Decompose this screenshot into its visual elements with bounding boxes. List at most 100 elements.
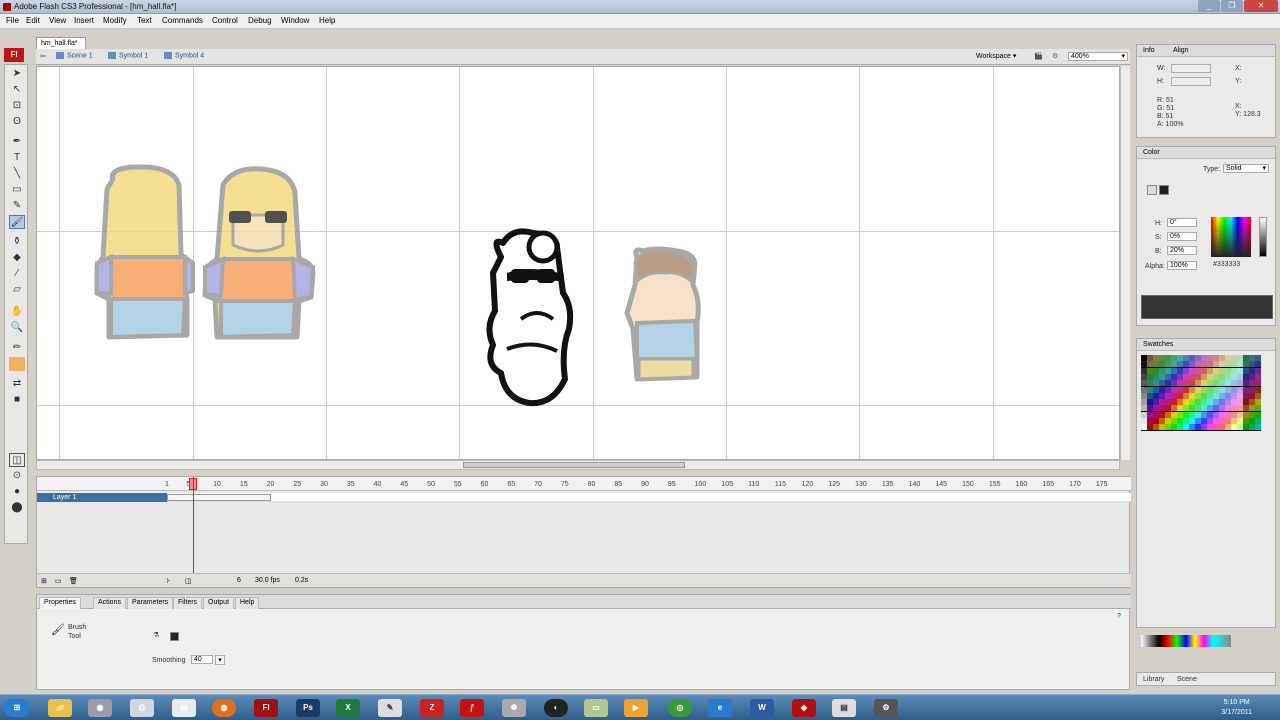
document-tab[interactable]: hm_hall.fla* bbox=[36, 37, 86, 49]
swap-colors-icon[interactable]: ⇄ bbox=[9, 377, 25, 391]
swatch[interactable] bbox=[1255, 355, 1261, 361]
brush-tool-icon[interactable]: 🖌 bbox=[9, 215, 25, 229]
minimize-button[interactable]: _ bbox=[1198, 0, 1220, 12]
flash-taskbar-icon[interactable]: Fl bbox=[254, 699, 278, 717]
filezilla-icon[interactable]: Z bbox=[420, 699, 444, 717]
start-button[interactable]: ⊞ bbox=[4, 699, 30, 717]
app-icon[interactable]: ☸ bbox=[502, 699, 526, 717]
eyedropper-icon[interactable]: ⁄ bbox=[9, 267, 25, 281]
breadcrumb-symbol-1[interactable]: Symbol 1 bbox=[108, 52, 148, 59]
swatch[interactable] bbox=[1255, 418, 1261, 424]
menu-control[interactable]: Control bbox=[212, 16, 238, 25]
stage-vertical-scrollbar[interactable] bbox=[1120, 66, 1130, 460]
tab-properties[interactable]: Properties bbox=[39, 597, 81, 609]
breadcrumb-symbol-4[interactable]: Symbol 4 bbox=[164, 52, 204, 59]
tab-color[interactable]: Color bbox=[1143, 149, 1160, 156]
smoothing-dropdown-icon[interactable]: ▾ bbox=[215, 655, 225, 665]
app-icon[interactable]: ◐ bbox=[544, 699, 568, 717]
edit-symbols-icon[interactable]: ⚙ bbox=[1052, 52, 1058, 60]
help-icon[interactable]: ? bbox=[1117, 613, 1121, 620]
object-drawing-icon[interactable]: ◫ bbox=[9, 453, 25, 467]
tab-help[interactable]: Help bbox=[235, 597, 260, 609]
ink-bottle-icon[interactable]: ⚱ bbox=[9, 235, 25, 249]
selection-tool-icon[interactable]: ➤ bbox=[9, 67, 25, 81]
pen-tool-icon[interactable]: ✒ bbox=[9, 135, 25, 149]
hex-value[interactable]: #333333 bbox=[1213, 261, 1240, 268]
onion-skin-icon[interactable]: ◫ bbox=[185, 577, 192, 585]
stroke-color-icon[interactable]: ✏ bbox=[9, 341, 25, 355]
text-tool-icon[interactable]: T bbox=[9, 151, 25, 165]
color-spectrum[interactable] bbox=[1211, 217, 1251, 257]
gradient-swatches[interactable] bbox=[1141, 635, 1231, 647]
fill-color-swatch[interactable] bbox=[1159, 185, 1169, 195]
line-tool-icon[interactable]: ╲ bbox=[9, 167, 25, 181]
excel-icon[interactable]: X bbox=[336, 699, 360, 717]
stage[interactable] bbox=[36, 66, 1120, 460]
menu-help[interactable]: Help bbox=[319, 16, 335, 25]
tab-parameters[interactable]: Parameters bbox=[127, 597, 174, 609]
menu-modify[interactable]: Modify bbox=[103, 16, 127, 25]
edit-scene-icon[interactable]: 🎬 bbox=[1034, 52, 1043, 60]
explorer-icon[interactable]: 📁 bbox=[48, 699, 72, 717]
menu-commands[interactable]: Commands bbox=[162, 16, 203, 25]
app-icon[interactable]: ◈ bbox=[792, 699, 816, 717]
sat-field[interactable]: 0% bbox=[1167, 232, 1197, 241]
app-icon[interactable]: ⚙ bbox=[874, 699, 898, 717]
layer-name[interactable]: Layer 1 bbox=[37, 493, 167, 502]
tab-filters[interactable]: Filters bbox=[173, 597, 203, 609]
tab-swatches[interactable]: Swatches bbox=[1143, 341, 1173, 348]
swatch[interactable] bbox=[1255, 361, 1261, 368]
fill-color-icon[interactable] bbox=[9, 357, 25, 371]
stage-horizontal-scrollbar[interactable] bbox=[36, 460, 1120, 470]
swatch[interactable] bbox=[1255, 367, 1261, 374]
delete-layer-icon[interactable]: 🗑 bbox=[69, 577, 78, 585]
tab-align[interactable]: Align bbox=[1173, 47, 1189, 54]
alpha-field[interactable]: 100% bbox=[1167, 261, 1197, 270]
brightness-slider[interactable] bbox=[1259, 217, 1267, 257]
chrome-icon[interactable]: ◎ bbox=[668, 699, 692, 717]
swatch[interactable] bbox=[1255, 386, 1261, 393]
type-select[interactable]: Solid ▾ bbox=[1223, 164, 1269, 173]
add-folder-icon[interactable]: ▭ bbox=[55, 577, 62, 585]
swatch[interactable] bbox=[1255, 424, 1261, 431]
photoshop-icon[interactable]: Ps bbox=[296, 699, 320, 717]
workspace-menu[interactable]: Workspace ▾ bbox=[976, 52, 1016, 60]
add-layer-icon[interactable]: ⊞ bbox=[41, 577, 47, 585]
swatch[interactable] bbox=[1255, 405, 1261, 412]
menu-edit[interactable]: Edit bbox=[26, 16, 40, 25]
menu-window[interactable]: Window bbox=[281, 16, 309, 25]
tab-actions[interactable]: Actions bbox=[93, 597, 126, 609]
swatch[interactable] bbox=[1255, 373, 1261, 380]
fill-swatch[interactable] bbox=[170, 632, 179, 641]
frame-ruler[interactable]: 1510152025303540455055606570758085909510… bbox=[37, 477, 1131, 491]
app-icon[interactable]: ⎙ bbox=[130, 699, 154, 717]
hand-tool-icon[interactable]: ✋ bbox=[9, 305, 25, 319]
hue-field[interactable]: 0° bbox=[1167, 218, 1197, 227]
menu-debug[interactable]: Debug bbox=[248, 16, 272, 25]
free-transform-icon[interactable]: ⊡ bbox=[9, 99, 25, 113]
lasso-icon[interactable]: ʘ bbox=[9, 115, 25, 129]
swatch-grid[interactable] bbox=[1141, 355, 1261, 431]
swatch[interactable] bbox=[1255, 380, 1261, 387]
word-icon[interactable]: W bbox=[750, 699, 774, 717]
smoothing-input[interactable]: 40 bbox=[191, 655, 213, 664]
menu-text[interactable]: Text bbox=[137, 16, 152, 25]
brush-mode-icon[interactable]: ⊙ bbox=[9, 469, 25, 483]
ie-icon[interactable]: e bbox=[708, 699, 732, 717]
menu-view[interactable]: View bbox=[49, 16, 66, 25]
stroke-color-swatch[interactable] bbox=[1147, 185, 1157, 195]
zoom-select[interactable]: 400% ▾ bbox=[1068, 52, 1128, 61]
notepad-icon[interactable]: ✎ bbox=[378, 699, 402, 717]
clock[interactable]: 5:10 PM 3/17/2011 bbox=[1221, 698, 1252, 718]
tab-library[interactable]: Library bbox=[1143, 676, 1164, 683]
brush-size-icon[interactable]: ● bbox=[9, 485, 25, 499]
flash-player-icon[interactable]: ƒ bbox=[460, 699, 484, 717]
tab-info[interactable]: Info bbox=[1143, 47, 1155, 54]
zoom-tool-icon[interactable]: 🔍 bbox=[9, 321, 25, 335]
tab-scene[interactable]: Scene bbox=[1177, 676, 1197, 683]
fill-bucket-icon[interactable]: ⚗ bbox=[153, 631, 159, 639]
firefox-icon[interactable]: ◍ bbox=[212, 699, 236, 717]
app-icon[interactable]: ◉ bbox=[88, 699, 112, 717]
tab-output[interactable]: Output bbox=[203, 597, 235, 609]
back-arrow-icon[interactable]: ⇦ bbox=[40, 52, 46, 60]
